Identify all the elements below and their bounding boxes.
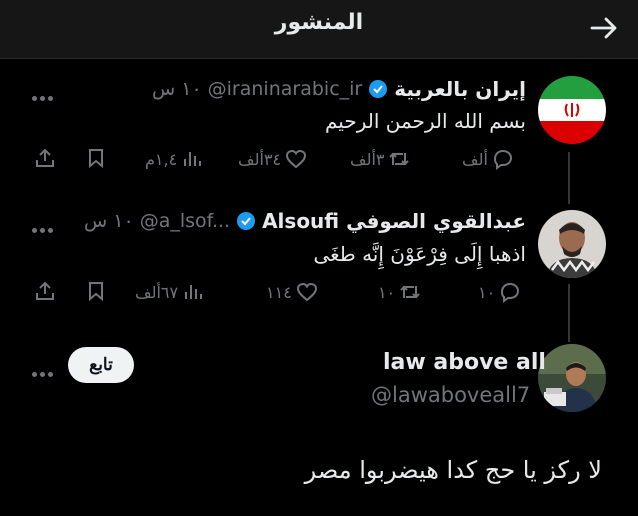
follow-button[interactable]: تابع	[68, 347, 134, 383]
like-button[interactable]: ١١٤	[266, 277, 318, 307]
display-name[interactable]: عبدالقوي الصوفي Alsoufi	[262, 209, 526, 233]
thread-line	[568, 152, 570, 204]
verified-icon	[369, 80, 388, 98]
share-icon[interactable]	[34, 280, 56, 302]
timestamp[interactable]: ١٠ س	[84, 210, 134, 232]
retweet-button[interactable]: ١٠	[378, 277, 421, 307]
handle[interactable]: @a_lsof...	[140, 210, 230, 232]
tweet-header: عبدالقوي الصوفي Alsoufi @a_lsof... ١٠ س	[84, 209, 526, 233]
retweet-icon	[389, 152, 410, 166]
reply-button[interactable]: ١٠	[478, 277, 521, 307]
tweet-text: لا ركز يا حج كدا هيضربوا مصر	[304, 456, 602, 484]
page-title: المنشور	[274, 10, 364, 35]
profile-photo-icon	[538, 210, 606, 278]
avatar[interactable]	[538, 76, 606, 144]
like-button[interactable]: ٣٤ألف	[238, 144, 307, 174]
verified-icon	[237, 212, 256, 230]
like-count: ١١٤	[266, 282, 292, 302]
reply-count: ١٠	[478, 282, 496, 302]
back-arrow-icon[interactable]	[588, 12, 620, 44]
retweet-count: ١٠	[378, 282, 396, 302]
bookmark-icon[interactable]	[85, 280, 107, 302]
display-name[interactable]: إيران بالعربية	[394, 77, 526, 101]
reply-icon	[493, 149, 512, 170]
more-icon[interactable]	[32, 362, 58, 377]
reply-count: ألف	[462, 149, 488, 169]
reply-icon	[501, 282, 520, 303]
like-icon	[286, 149, 307, 169]
iran-flag-icon	[538, 76, 606, 144]
retweet-icon	[400, 285, 420, 299]
reply-button[interactable]: ألف	[462, 144, 514, 174]
avatar[interactable]	[538, 210, 606, 278]
views-stat[interactable]: ١,٤م	[145, 144, 203, 174]
action-bar: ٦٧ألف ١١٤ ١٠ ١٠	[30, 277, 530, 307]
views-count: ١,٤م	[145, 149, 178, 169]
retweet-button[interactable]: ٣ألف	[350, 144, 410, 174]
like-count: ٣٤ألف	[238, 149, 282, 169]
views-stat[interactable]: ٦٧ألف	[135, 277, 204, 307]
tweet-header: إيران بالعربية @iraninarabic_ir ١٠ س	[152, 77, 526, 101]
avatar[interactable]	[538, 344, 606, 412]
display-name[interactable]: law above all	[383, 350, 546, 375]
tweet-text: اذهبا إِلَى فِرْعَوْنَ إِنَّه طغَى	[313, 242, 526, 266]
handle[interactable]: @lawaboveall7	[371, 383, 530, 407]
bookmark-icon[interactable]	[85, 147, 107, 169]
views-count: ٦٧ألف	[135, 282, 179, 302]
action-bar: ١,٤م ٣٤ألف ٣ألف ألف	[30, 144, 530, 174]
share-icon[interactable]	[34, 147, 56, 169]
like-icon	[296, 282, 317, 302]
views-icon	[185, 285, 203, 299]
timestamp[interactable]: ١٠ س	[152, 78, 202, 100]
views-icon	[184, 152, 202, 166]
more-icon[interactable]	[32, 218, 58, 233]
handle[interactable]: @iraninarabic_ir	[208, 78, 363, 100]
retweet-count: ٣ألف	[350, 149, 385, 169]
profile-photo-icon	[538, 344, 606, 412]
top-bar: المنشور	[0, 0, 638, 59]
tweet-text: بسم الله الرحمن الرحيم	[324, 109, 526, 133]
thread-line	[568, 284, 570, 342]
more-icon[interactable]	[32, 86, 58, 101]
